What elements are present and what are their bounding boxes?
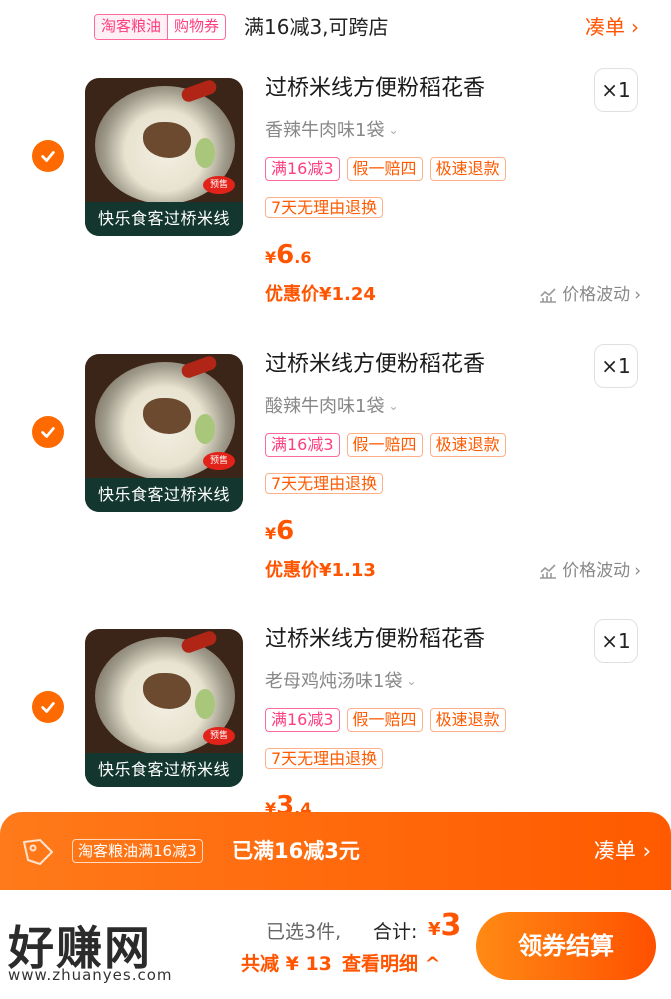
presale-sticker: 预售 <box>203 727 235 745</box>
herb-graphic <box>195 138 215 168</box>
product-title[interactable]: 过桥米线方便粉稻花香 <box>265 74 485 104</box>
chevron-right-icon: › <box>634 561 641 581</box>
quantity-selector[interactable]: ×1 <box>594 619 638 663</box>
promo-badge: 满16减3 <box>265 157 340 181</box>
chevron-right-icon: › <box>631 15 639 39</box>
authentic-badge: 假一赔四 <box>346 157 423 181</box>
price-trend-link[interactable]: 价格波动 › <box>538 282 641 308</box>
product-image-caption: 快乐食客过桥米线 <box>85 478 243 512</box>
discount-price: 优惠价¥1.24 <box>265 284 376 305</box>
authentic-badge: 假一赔四 <box>346 708 423 732</box>
item-checkbox[interactable] <box>32 416 64 448</box>
total-label: 合计: <box>373 921 418 943</box>
herb-graphic <box>195 689 215 719</box>
product-image[interactable]: 预售 快乐食客过桥米线 <box>85 354 243 512</box>
shop-promo-header: 淘客粮油 购物券 满16减3,可跨店 凑单 › <box>0 0 671 56</box>
chevron-down-icon: ⌄ <box>406 674 417 688</box>
product-image[interactable]: 预售 快乐食客过桥米线 <box>85 629 243 787</box>
promo-bar-add-more[interactable]: 凑单 › <box>594 836 651 866</box>
promo-bar-add-more-label: 凑单 <box>593 839 636 863</box>
quantity-selector[interactable]: ×1 <box>594 68 638 112</box>
return-policy-badge: 7天无理由退换 <box>265 197 384 218</box>
shop-tag-label: 淘客粮油 <box>95 15 168 39</box>
promo-badge: 满16减3 <box>265 433 340 457</box>
authentic-badge: 假一赔四 <box>346 433 423 457</box>
coupon-tag-icon <box>23 839 53 865</box>
chevron-down-icon: ⌄ <box>388 399 399 413</box>
discount-price: 优惠价¥1.13 <box>265 560 376 581</box>
item-checkbox[interactable] <box>32 691 64 723</box>
promo-bar-status: 已满16减3元 <box>232 839 360 863</box>
chevron-down-icon: ⌄ <box>388 123 399 137</box>
add-more-label: 凑单 <box>585 15 625 39</box>
quantity-selector[interactable]: ×1 <box>594 344 638 388</box>
promo-bar-tag: 淘客粮油满16减3 <box>72 839 203 863</box>
product-image-caption: 快乐食客过桥米线 <box>85 753 243 787</box>
shop-coupon-tag: 淘客粮油 购物券 <box>94 14 227 40</box>
variant-label: 香辣牛肉味1袋 <box>265 120 385 141</box>
variant-selector[interactable]: 酸辣牛肉味1袋 ⌄ <box>265 394 399 421</box>
item-price: ¥6 <box>265 516 295 546</box>
product-image-caption: 快乐食客过桥米线 <box>85 202 243 236</box>
checkout-button[interactable]: 领券结算 <box>476 912 656 980</box>
item-checkbox[interactable] <box>32 140 64 172</box>
checkmark-icon <box>41 427 55 438</box>
item-price: ¥6.6 <box>265 240 312 270</box>
chevron-right-icon: › <box>634 285 641 305</box>
cart-item: 预售 快乐食客过桥米线 过桥米线方便粉稻花香 ×1 酸辣牛肉味1袋 ⌄ 满16减3… <box>0 332 671 602</box>
product-title[interactable]: 过桥米线方便粉稻花香 <box>265 625 485 655</box>
coupon-type-label: 购物券 <box>167 15 225 39</box>
fast-refund-badge: 极速退款 <box>429 708 506 732</box>
total-amount: ¥3 <box>428 908 462 943</box>
return-policy-badge: 7天无理由退换 <box>265 473 384 494</box>
promo-status-bar[interactable]: 淘客粮油满16减3 已满16减3元 凑单 › <box>0 812 671 890</box>
price-trend-label: 价格波动 <box>562 285 631 305</box>
variant-selector[interactable]: 香辣牛肉味1袋 ⌄ <box>265 118 399 145</box>
cart-card: 淘客粮油 购物券 满16减3,可跨店 凑单 › 预售 快乐食客过桥米线 过桥米线方… <box>0 0 671 830</box>
presale-sticker: 预售 <box>203 176 235 194</box>
variant-label: 老母鸡炖汤味1袋 <box>265 671 403 692</box>
price-trend-label: 价格波动 <box>562 561 631 581</box>
price-chart-icon <box>540 564 557 579</box>
cart-item: 预售 快乐食客过桥米线 过桥米线方便粉稻花香 ×1 香辣牛肉味1袋 ⌄ 满16减3… <box>0 56 671 326</box>
service-badges: 满16减3 假一赔四 极速退款 <box>265 157 506 181</box>
price-trend-link[interactable]: 价格波动 › <box>538 558 641 584</box>
service-badges: 满16减3 假一赔四 极速退款 <box>265 433 506 457</box>
selected-count: 已选3件, <box>266 921 342 943</box>
savings-amount: 共减 ¥ 13 <box>241 953 332 975</box>
checkmark-icon <box>41 151 55 162</box>
presale-sticker: 预售 <box>203 452 235 470</box>
checkmark-icon <box>41 702 55 713</box>
fast-refund-badge: 极速退款 <box>429 157 506 181</box>
product-image[interactable]: 预售 快乐食客过桥米线 <box>85 78 243 236</box>
promo-badge: 满16减3 <box>265 708 340 732</box>
product-title[interactable]: 过桥米线方便粉稻花香 <box>265 350 485 380</box>
view-details-link[interactable]: 查看明细 ^ <box>342 950 441 978</box>
add-more-link[interactable]: 凑单 › <box>585 13 639 41</box>
variant-label: 酸辣牛肉味1袋 <box>265 396 385 417</box>
promo-rule-text: 满16减3,可跨店 <box>244 15 389 39</box>
fast-refund-badge: 极速退款 <box>429 433 506 457</box>
price-chart-icon <box>540 288 557 303</box>
checkout-bar: 好赚网 www.zhuanyes.com 已选3件, 合计: ¥3 共减 ¥ 1… <box>0 890 671 999</box>
chevron-right-icon: › <box>642 839 651 863</box>
return-policy-badge: 7天无理由退换 <box>265 748 384 769</box>
variant-selector[interactable]: 老母鸡炖汤味1袋 ⌄ <box>265 669 417 696</box>
service-badges: 满16减3 假一赔四 极速退款 <box>265 708 506 732</box>
herb-graphic <box>195 414 215 444</box>
site-watermark-url: www.zhuanyes.com <box>8 966 173 984</box>
